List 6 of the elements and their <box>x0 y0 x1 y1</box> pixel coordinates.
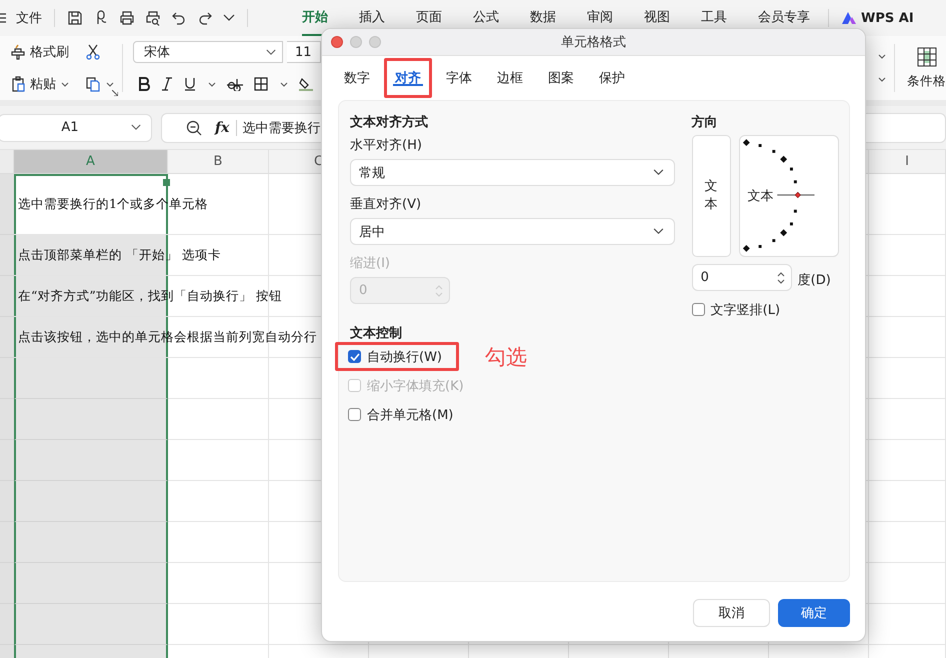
dialog-title: 单元格格式 <box>560 34 627 51</box>
annotation-text: 勾选 <box>485 344 527 370</box>
section-heading: 方向 <box>692 114 719 131</box>
orientation-text: 文本 <box>748 188 774 205</box>
section-heading: 文本对齐方式 <box>350 114 429 131</box>
field-label: 度(D) <box>798 272 831 289</box>
